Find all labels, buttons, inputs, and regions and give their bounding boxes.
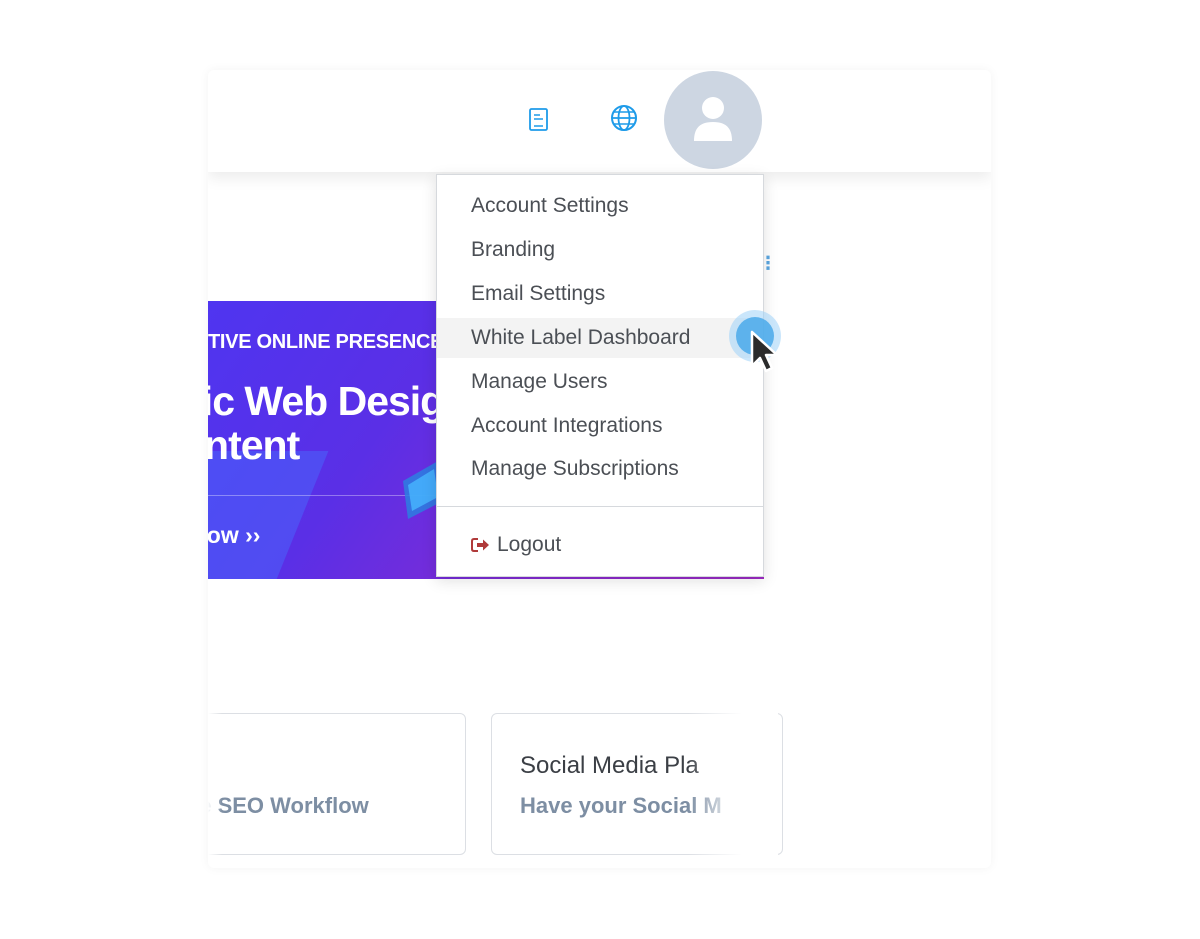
- tile-title: Social Media Pla: [520, 752, 699, 779]
- menu-item-account-integrations[interactable]: Account Integrations: [437, 406, 763, 446]
- menu-item-email-settings[interactable]: Email Settings: [437, 274, 763, 314]
- document-icon[interactable]: [528, 107, 550, 133]
- seo-workflow-tile[interactable]: ve SEO Workflow: [208, 713, 466, 855]
- scroll-fade: [688, 700, 778, 868]
- menu-item-branding[interactable]: Branding: [437, 230, 763, 270]
- menu-item-manage-subscriptions[interactable]: Manage Subscriptions: [437, 449, 763, 489]
- logout-label: Logout: [497, 533, 562, 556]
- logout-button[interactable]: Logout: [471, 525, 561, 565]
- globe-icon[interactable]: [609, 103, 639, 133]
- banner-headline-line1: sic Web Desig: [208, 378, 445, 424]
- user-avatar-button[interactable]: [664, 71, 762, 169]
- menu-item-manage-users[interactable]: Manage Users: [437, 362, 763, 402]
- menu-divider: [437, 506, 763, 507]
- banner-cta-link[interactable]: llow ››: [208, 522, 260, 549]
- user-avatar-icon: [694, 97, 732, 141]
- logout-icon: [471, 538, 489, 552]
- mouse-cursor-icon: [728, 308, 792, 386]
- tile-subtitle: ve SEO Workflow: [208, 793, 369, 818]
- banner-decoration: [208, 451, 329, 579]
- top-navbar: [208, 70, 991, 172]
- scroll-fade: [208, 700, 222, 868]
- account-dropdown-menu: Account Settings Branding Email Settings…: [436, 174, 764, 577]
- menu-item-account-settings[interactable]: Account Settings: [437, 186, 763, 226]
- banner-kicker: TIVE ONLINE PRESENCE: [208, 331, 444, 353]
- menu-item-white-label-dashboard[interactable]: White Label Dashboard: [437, 318, 763, 358]
